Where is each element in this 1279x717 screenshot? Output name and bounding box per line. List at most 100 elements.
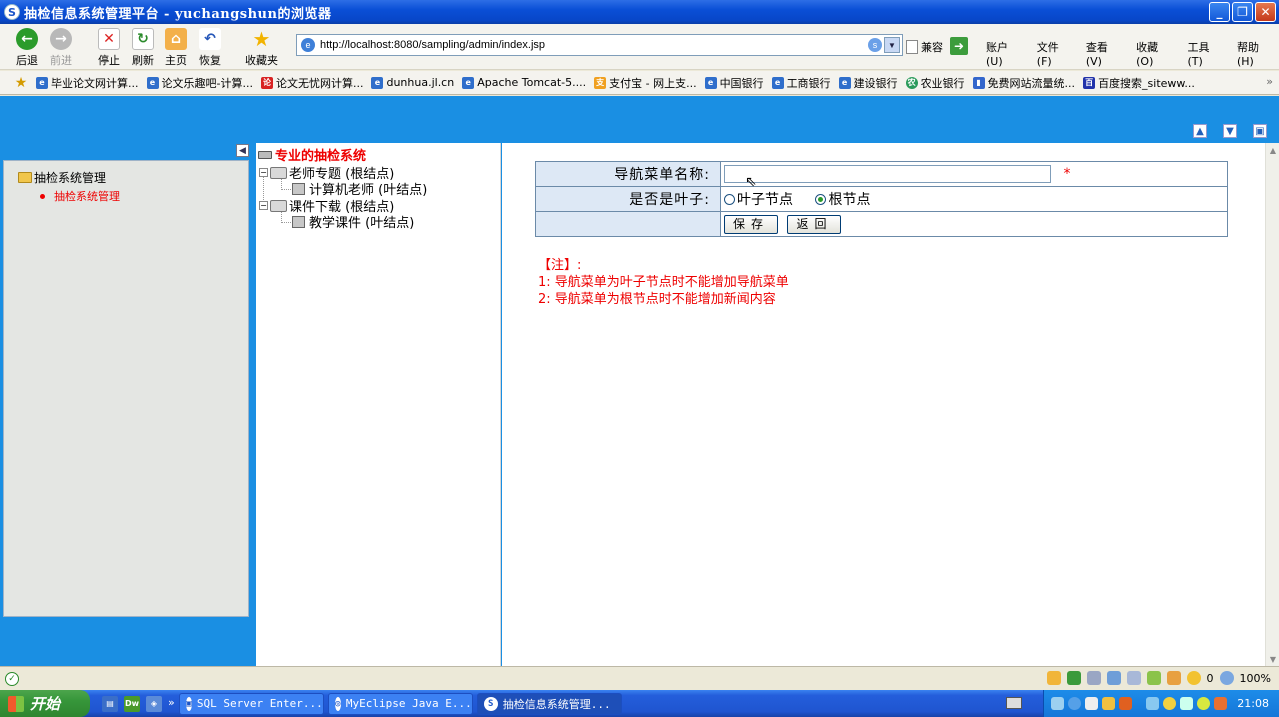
- scroll-up-icon[interactable]: ▲: [1266, 143, 1279, 157]
- maximize-button[interactable]: ❐: [1232, 2, 1253, 22]
- menu-name-input[interactable]: [724, 165, 1051, 183]
- tray-app-icon[interactable]: [1085, 697, 1099, 710]
- forward-button[interactable]: → 前进: [50, 28, 72, 68]
- minimize-button[interactable]: _: [1209, 2, 1230, 22]
- eye-icon[interactable]: [1166, 671, 1181, 685]
- menu-file[interactable]: 文件 (F): [1037, 39, 1077, 68]
- task-myeclipse[interactable]: ◎ MyEclipse Java E...: [327, 692, 473, 715]
- favorites-bar: ★ e 毕业论文网计算... e 论文乐趣吧-计算... 论论文无忧网计算... e…: [0, 71, 1279, 95]
- compat-mode-button[interactable]: 兼容: [906, 39, 943, 55]
- status-bar: ✓ 0 100%: [0, 666, 1279, 690]
- collapse-sidebar-icon[interactable]: ◀: [236, 144, 249, 157]
- home-button[interactable]: ⌂ 主页: [165, 28, 187, 68]
- actions-cell: 保存 返回: [720, 211, 1228, 237]
- menu-help[interactable]: 帮助 (H): [1237, 39, 1279, 68]
- tray-app-icon[interactable]: [1180, 697, 1194, 710]
- fav-link[interactable]: 百百度搜索_siteww...: [1083, 75, 1195, 91]
- start-button[interactable]: 开始: [0, 690, 90, 717]
- security-icon[interactable]: [1163, 697, 1177, 710]
- tree-root[interactable]: 专业的抽检系统: [258, 145, 366, 164]
- zoom-level[interactable]: 100%: [1240, 672, 1271, 685]
- scroll-down-icon[interactable]: ▼: [1266, 652, 1279, 666]
- restore-button[interactable]: ↶ 恢复: [199, 28, 221, 68]
- sidebar-root-node[interactable]: 抽检系统管理: [18, 169, 106, 186]
- stop-button[interactable]: ✕ 停止: [98, 28, 120, 68]
- zoom-icon[interactable]: [1219, 671, 1234, 685]
- popup-block-icon[interactable]: [1086, 671, 1101, 685]
- fav-link[interactable]: e 建设银行: [838, 75, 898, 91]
- clock[interactable]: 21:08: [1237, 697, 1269, 710]
- screen-icon[interactable]: [1146, 671, 1161, 685]
- task-browser[interactable]: S 抽检信息系统管理...: [476, 692, 622, 715]
- menu-view[interactable]: 查看 (V): [1086, 39, 1127, 68]
- fav-link[interactable]: e 工商银行: [771, 75, 831, 91]
- fav-link[interactable]: e 论文乐趣吧-计算...: [146, 75, 253, 91]
- leaf-node-radio[interactable]: 叶子节点: [724, 189, 793, 209]
- empty-label-cell: [535, 211, 721, 237]
- address-dropdown-icon[interactable]: ▼: [884, 37, 900, 53]
- address-bar[interactable]: e http://localhost:8080/sampling/admin/i…: [296, 34, 903, 56]
- hand-icon[interactable]: [1046, 671, 1061, 685]
- menu-bar: 账户 (U) 文件 (F) 查看 (V) 收藏 (O) 工具 (T) 帮助 (H…: [986, 39, 1279, 68]
- toggle-frame-icon[interactable]: ▣: [1253, 124, 1267, 138]
- tray-app-icon[interactable]: [1214, 697, 1228, 710]
- tree-node-teaching-courseware[interactable]: 教学课件 (叶结点): [292, 212, 414, 231]
- undo-icon: ↶: [199, 28, 221, 50]
- fav-link-label: 中国银行: [719, 76, 764, 90]
- qq-icon[interactable]: [1102, 697, 1116, 710]
- back-button[interactable]: ← 后退: [16, 28, 38, 68]
- favbar-more-icon[interactable]: »: [1266, 75, 1273, 88]
- menu-favorites[interactable]: 收藏 (O): [1136, 39, 1178, 68]
- fav-link[interactable]: 论论文无忧网计算...: [260, 75, 363, 91]
- scroll-bottom-icon[interactable]: ▼: [1223, 124, 1237, 138]
- back-button[interactable]: 返回: [787, 214, 842, 234]
- menu-account[interactable]: 账户 (U): [986, 39, 1028, 68]
- collapse-minus-icon[interactable]: −: [259, 201, 268, 210]
- qq-icon[interactable]: [1119, 697, 1133, 710]
- done-status-icon: ✓: [5, 671, 19, 686]
- go-button[interactable]: ➜: [950, 37, 968, 55]
- stop-label: 停止: [98, 54, 120, 67]
- speaker-icon[interactable]: [1126, 671, 1141, 685]
- fav-link[interactable]: e dunhua.jl.cn: [371, 76, 454, 89]
- abc-bank-icon: 农: [905, 76, 918, 89]
- download-icon[interactable]: [1066, 671, 1081, 685]
- save-button[interactable]: 保存: [724, 214, 779, 234]
- tray-app-icon[interactable]: [1051, 697, 1065, 710]
- compat-page-icon: [906, 40, 918, 54]
- root-node-radio[interactable]: 根节点: [815, 189, 870, 209]
- fav-link[interactable]: 支支付宝 - 网上支...: [594, 75, 697, 91]
- frame-controls: ▲ ▼ ▣: [1193, 124, 1267, 138]
- main-content: 导航菜单名称: * 是否是叶子: 叶子节点 根节点 保存 返回 ⇖ 【注】: 1…: [502, 143, 1265, 666]
- quick-launch-more-icon[interactable]: »: [168, 696, 175, 712]
- tray-app-icon[interactable]: [1197, 697, 1211, 710]
- vertical-scrollbar[interactable]: ▲ ▼: [1265, 143, 1279, 666]
- leaf-field-cell: 叶子节点 根节点: [720, 186, 1228, 212]
- fav-link[interactable]: 农农业银行: [905, 75, 965, 91]
- sidebar-item-sampling-admin[interactable]: 抽检系统管理: [40, 188, 120, 204]
- favorites-button[interactable]: ★ 收藏夹: [245, 27, 278, 68]
- dreamweaver-icon[interactable]: Dw: [124, 695, 140, 712]
- collapse-minus-icon[interactable]: −: [259, 168, 268, 177]
- desktop-icon[interactable]: ▤: [102, 695, 118, 712]
- network-icon[interactable]: ◈: [146, 695, 162, 712]
- refresh-button[interactable]: ↻ 刷新: [132, 28, 154, 68]
- fav-link[interactable]: e 中国银行: [704, 75, 764, 91]
- wifi-icon[interactable]: [1146, 697, 1160, 710]
- refresh-icon: ↻: [132, 28, 154, 50]
- favorites-star-icon[interactable]: ★: [12, 74, 30, 92]
- drive-icon: [258, 150, 272, 159]
- task-sql-server[interactable]: ▣ SQL Server Enter...: [178, 692, 324, 715]
- menu-tools[interactable]: 工具 (T): [1188, 39, 1228, 68]
- coin-icon[interactable]: [1186, 671, 1201, 685]
- keyboard-icon[interactable]: [1006, 697, 1022, 709]
- scroll-top-icon[interactable]: ▲: [1193, 124, 1207, 138]
- fav-link[interactable]: ▮ 免费网站流量统...: [972, 75, 1075, 91]
- close-button[interactable]: ✕: [1255, 2, 1276, 22]
- fav-link[interactable]: e 毕业论文网计算...: [36, 75, 139, 91]
- leaf-option-label: 叶子节点: [737, 192, 793, 208]
- fav-link[interactable]: e Apache Tomcat-5....: [462, 76, 586, 89]
- translate-icon[interactable]: [1106, 671, 1121, 685]
- tray-app-icon[interactable]: [1068, 697, 1082, 710]
- start-label: 开始: [30, 695, 61, 713]
